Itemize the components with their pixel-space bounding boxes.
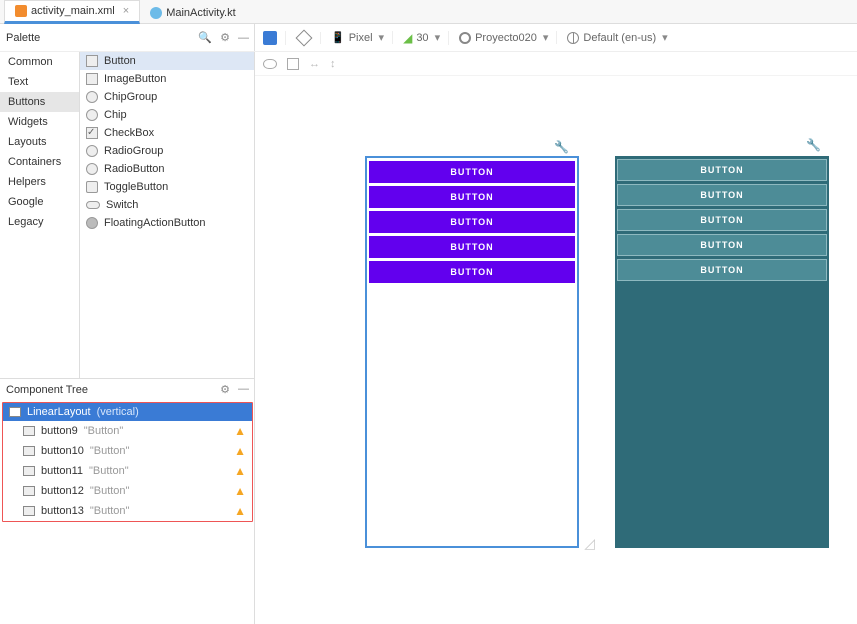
file-tabs: activity_main.xml × MainActivity.kt bbox=[0, 0, 857, 24]
button-icon bbox=[23, 446, 35, 456]
button-icon bbox=[23, 466, 35, 476]
tab-label: activity_main.xml bbox=[31, 5, 115, 17]
orientation-icon[interactable] bbox=[296, 29, 313, 46]
api-picker[interactable]: ◢ 30 bbox=[403, 31, 449, 45]
palette-items: Button ImageButton ChipGroup Chip CheckB… bbox=[80, 52, 255, 378]
fab-icon bbox=[86, 217, 98, 229]
palette-title: Palette bbox=[6, 32, 40, 44]
palette-cat-helpers[interactable]: Helpers bbox=[0, 172, 79, 192]
checkbox-icon bbox=[86, 127, 98, 139]
togglebutton-icon bbox=[86, 181, 98, 193]
imagebutton-icon bbox=[86, 73, 98, 85]
radiogroup-icon bbox=[86, 145, 98, 157]
button-icon bbox=[23, 426, 35, 436]
tree-root-linearlayout[interactable]: LinearLayout (vertical) bbox=[3, 403, 252, 421]
component-tree-header: Component Tree ⚙ — bbox=[0, 379, 255, 400]
design-canvas: 📱 Pixel ◢ 30 Proyecto020 Default (en-us)… bbox=[255, 24, 857, 624]
warning-icon[interactable]: ▲ bbox=[234, 444, 246, 458]
kotlin-file-icon bbox=[150, 7, 162, 19]
palette-item-imagebutton[interactable]: ImageButton bbox=[80, 70, 254, 88]
palette-cat-buttons[interactable]: Buttons bbox=[0, 92, 79, 112]
preview-button[interactable]: BUTTON bbox=[617, 234, 827, 256]
canvas-view-options: ↔ ↕ bbox=[255, 52, 857, 76]
search-icon[interactable]: 🔍 bbox=[198, 31, 212, 44]
preview-button[interactable]: BUTTON bbox=[617, 259, 827, 281]
palette-header: Palette 🔍 ⚙ — bbox=[0, 24, 255, 52]
resize-handle-icon[interactable]: ◿ bbox=[584, 535, 595, 552]
preview-button[interactable]: BUTTON bbox=[369, 161, 575, 183]
palette-item-checkbox[interactable]: CheckBox bbox=[80, 124, 254, 142]
palette-cat-widgets[interactable]: Widgets bbox=[0, 112, 79, 132]
chipgroup-icon bbox=[86, 91, 98, 103]
android-icon: ◢ bbox=[403, 31, 412, 45]
preview-button[interactable]: BUTTON bbox=[369, 186, 575, 208]
gear-icon[interactable]: ⚙ bbox=[220, 383, 230, 396]
palette-item-switch[interactable]: Switch bbox=[80, 196, 254, 214]
device-picker[interactable]: 📱 Pixel bbox=[331, 31, 393, 44]
palette-item-chipgroup[interactable]: ChipGroup bbox=[80, 88, 254, 106]
palette-item-radiobutton[interactable]: RadioButton bbox=[80, 160, 254, 178]
chip-icon bbox=[86, 109, 98, 121]
canvas-toolbar: 📱 Pixel ◢ 30 Proyecto020 Default (en-us) bbox=[255, 24, 857, 52]
warning-icon[interactable]: ▲ bbox=[234, 464, 246, 478]
palette-cat-layouts[interactable]: Layouts bbox=[0, 132, 79, 152]
tab-label: MainActivity.kt bbox=[166, 7, 235, 19]
close-icon[interactable]: × bbox=[123, 5, 129, 17]
design-mode-icon[interactable] bbox=[263, 31, 277, 45]
component-tree: LinearLayout (vertical) button9 "Button"… bbox=[2, 402, 253, 522]
preview-button[interactable]: BUTTON bbox=[369, 261, 575, 283]
preview-button[interactable]: BUTTON bbox=[369, 236, 575, 258]
preview-button[interactable]: BUTTON bbox=[617, 159, 827, 181]
palette-cat-text[interactable]: Text bbox=[0, 72, 79, 92]
radiobutton-icon bbox=[86, 163, 98, 175]
design-preview[interactable]: 🔧 BUTTON BUTTON BUTTON BUTTON BUTTON ◿ bbox=[365, 156, 579, 548]
gear-icon[interactable]: ⚙ bbox=[220, 31, 230, 44]
palette-item-button[interactable]: Button bbox=[80, 52, 254, 70]
button-icon bbox=[86, 55, 98, 67]
palette-item-togglebutton[interactable]: ToggleButton bbox=[80, 178, 254, 196]
tree-item-button13[interactable]: button13 "Button" ▲ bbox=[3, 501, 252, 521]
globe-icon bbox=[567, 32, 579, 44]
palette-item-radiogroup[interactable]: RadioGroup bbox=[80, 142, 254, 160]
linearlayout-icon bbox=[9, 407, 21, 417]
tree-item-button9[interactable]: button9 "Button" ▲ bbox=[3, 421, 252, 441]
layout-options-icon[interactable] bbox=[287, 58, 299, 70]
visibility-icon[interactable] bbox=[263, 59, 277, 69]
xml-file-icon bbox=[15, 5, 27, 17]
theme-picker[interactable]: Proyecto020 bbox=[459, 31, 557, 44]
palette-categories: Common Text Buttons Widgets Layouts Cont… bbox=[0, 52, 80, 378]
palette-cat-google[interactable]: Google bbox=[0, 192, 79, 212]
arrow-up-down-icon[interactable]: ↕ bbox=[330, 58, 336, 70]
palette-cat-legacy[interactable]: Legacy bbox=[0, 212, 79, 232]
tab-mainactivity[interactable]: MainActivity.kt bbox=[140, 2, 245, 23]
button-icon bbox=[23, 486, 35, 496]
blueprint-preview[interactable]: 🔧 BUTTON BUTTON BUTTON BUTTON BUTTON bbox=[615, 156, 829, 548]
palette-item-fab[interactable]: FloatingActionButton bbox=[80, 214, 254, 232]
palette-item-chip[interactable]: Chip bbox=[80, 106, 254, 124]
wrench-icon[interactable]: 🔧 bbox=[554, 140, 569, 154]
warning-icon[interactable]: ▲ bbox=[234, 424, 246, 438]
tree-item-button11[interactable]: button11 "Button" ▲ bbox=[3, 461, 252, 481]
preview-button[interactable]: BUTTON bbox=[369, 211, 575, 233]
warning-icon[interactable]: ▲ bbox=[234, 484, 246, 498]
tab-activity-main[interactable]: activity_main.xml × bbox=[4, 0, 140, 24]
tree-item-button12[interactable]: button12 "Button" ▲ bbox=[3, 481, 252, 501]
component-tree-title: Component Tree bbox=[6, 384, 88, 396]
arrow-left-right-icon[interactable]: ↔ bbox=[309, 58, 320, 70]
collapse-icon[interactable]: — bbox=[238, 32, 249, 44]
switch-icon bbox=[86, 201, 100, 209]
collapse-icon[interactable]: — bbox=[238, 383, 249, 396]
preview-button[interactable]: BUTTON bbox=[617, 184, 827, 206]
theme-icon bbox=[459, 32, 471, 44]
locale-picker[interactable]: Default (en-us) bbox=[567, 31, 675, 44]
palette-cat-containers[interactable]: Containers bbox=[0, 152, 79, 172]
warning-icon[interactable]: ▲ bbox=[234, 504, 246, 518]
palette-cat-common[interactable]: Common bbox=[0, 52, 79, 72]
button-icon bbox=[23, 506, 35, 516]
preview-button[interactable]: BUTTON bbox=[617, 209, 827, 231]
wrench-icon[interactable]: 🔧 bbox=[806, 138, 821, 152]
tree-item-button10[interactable]: button10 "Button" ▲ bbox=[3, 441, 252, 461]
